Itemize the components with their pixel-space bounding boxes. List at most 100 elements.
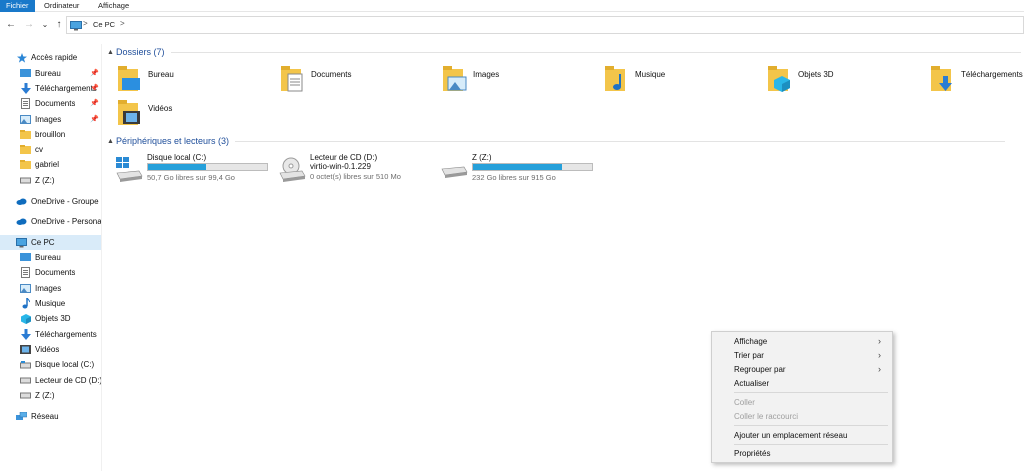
section-header-drives[interactable]: ▲ Périphériques et lecteurs (3) [107,134,1006,148]
cloud-icon [16,216,27,227]
documents-icon [20,267,31,278]
sidebar-item-pc-telechargements[interactable]: Téléchargements [0,327,101,342]
pin-icon[interactable]: 📌 [90,84,99,92]
folder-videos[interactable]: Vidéos [118,100,268,130]
videos-folder-icon [118,100,140,125]
drive-c[interactable]: Disque local (C:) 50,7 Go libres sur 99,… [115,153,285,193]
drive-c-usage-bar [147,163,268,171]
objects3d-folder-icon [768,66,790,92]
sidebar-item-pc-bureau[interactable]: Bureau [0,250,101,265]
documents-folder-icon [281,66,303,92]
folder-musique[interactable]: Musique [605,66,755,96]
sidebar-item-pc-z-drive[interactable]: Z (Z:) [0,388,101,403]
drive-icon [20,359,31,370]
drive-d-cd[interactable]: Lecteur de CD (D:) virtio-win-0.1.229 0 … [278,153,448,193]
chevron-right-icon: › [878,336,881,346]
sidebar-item-pc-objets3d[interactable]: Objets 3D [0,311,101,326]
tab-ordinateur[interactable]: Ordinateur [38,0,85,12]
recent-locations-button[interactable]: ⌄ [39,17,51,33]
menu-item-ajouter-emplacement-reseau[interactable]: Ajouter un emplacement réseau [712,429,892,443]
navigation-bar: ← → ⌄ ↑ > Ce PC > [0,13,1024,37]
pin-icon[interactable]: 📌 [90,69,99,77]
menu-item-coller-raccourci[interactable]: Coller le raccourci [712,410,892,424]
menu-item-coller[interactable]: Coller [712,396,892,410]
back-button[interactable]: ← [5,17,17,33]
menu-item-affichage[interactable]: Affichage › [712,335,892,349]
sidebar-item-disque-local-c[interactable]: Disque local (C:) [0,357,101,372]
sidebar-item-pc-images[interactable]: Images [0,281,101,296]
pc-icon [70,21,82,31]
breadcrumb-ce-pc[interactable]: Ce PC [93,20,115,29]
collapse-chevron-icon[interactable]: ▲ [107,49,116,56]
sidebar-item-brouillon[interactable]: brouillon [0,127,101,142]
collapse-chevron-icon[interactable]: ▲ [107,138,116,145]
tab-fichier[interactable]: Fichier [0,0,35,12]
star-icon [16,52,27,63]
network-icon [16,411,27,422]
menu-item-regrouper-par[interactable]: Regrouper par › [712,363,892,377]
folder-bureau[interactable]: Bureau [118,66,268,96]
menu-item-proprietes[interactable]: Propriétés [712,447,892,461]
folder-objets-3d[interactable]: Objets 3D [768,66,918,96]
section-divider [235,140,1006,142]
desktop-icon [20,68,31,79]
sidebar-item-pc-videos[interactable]: Vidéos [0,342,101,357]
desktop-icon [20,252,31,263]
breadcrumb-separator: > [83,19,88,28]
drive-icon [20,390,31,401]
breadcrumb-separator[interactable]: > [120,19,125,28]
forward-button[interactable]: → [23,17,35,33]
context-menu: Affichage › Trier par › Regrouper par › … [711,331,893,463]
desktop-folder-icon [118,66,140,91]
sidebar-item-onedrive-groupe[interactable]: OneDrive - Groupe IG [0,194,101,209]
sidebar-item-z-drive[interactable]: Z (Z:) [0,173,101,188]
folder-telechargements[interactable]: Téléchargements [931,66,1024,96]
sidebar-item-bureau[interactable]: Bureau 📌 [0,66,101,81]
menu-separator [734,425,888,426]
folder-images[interactable]: Images [443,66,593,96]
cd-drive-icon [279,157,306,182]
sidebar-item-acces-rapide[interactable]: Accès rapide [0,50,101,65]
sidebar-item-pc-musique[interactable]: Musique [0,296,101,311]
sidebar-item-gabriel[interactable]: gabriel [0,157,101,172]
sidebar-item-onedrive-personal[interactable]: OneDrive - Personal [0,214,101,229]
download-icon [20,83,31,94]
music-folder-icon [605,66,625,91]
folder-icon [20,159,31,170]
sidebar-item-ce-pc[interactable]: Ce PC [0,235,101,250]
windows-drive-icon [116,157,143,182]
menu-item-actualiser[interactable]: Actualiser [712,377,892,391]
folder-icon [20,129,31,140]
pin-icon[interactable]: 📌 [90,99,99,107]
sidebar-item-pc-documents[interactable]: Documents [0,265,101,280]
drive-icon [20,375,31,386]
video-icon [20,344,31,355]
address-bar[interactable]: > Ce PC > [66,16,1024,34]
network-drive-icon [441,166,468,178]
sidebar-item-cv[interactable]: cv [0,142,101,157]
tab-affichage[interactable]: Affichage [92,0,135,12]
sidebar-item-lecteur-cd-d[interactable]: Lecteur de CD (D:) v [0,373,101,388]
section-divider [170,51,1021,53]
chevron-right-icon: › [878,350,881,360]
sidebar-item-documents[interactable]: Documents 📌 [0,96,101,111]
up-button[interactable]: ↑ [53,17,65,33]
menu-item-trier-par[interactable]: Trier par › [712,349,892,363]
images-icon [20,114,31,125]
sidebar-item-reseau[interactable]: Réseau [0,409,101,424]
drive-icon [20,175,31,186]
menu-separator [734,444,888,445]
folder-documents[interactable]: Documents [281,66,431,96]
pin-icon[interactable]: 📌 [90,115,99,123]
menu-separator [734,392,888,393]
pc-icon [16,237,27,248]
documents-icon [20,98,31,109]
folder-icon [20,144,31,155]
images-icon [20,283,31,294]
drive-z[interactable]: Z (Z:) 232 Go libres sur 915 Go [440,153,610,193]
download-icon [20,329,31,340]
navigation-pane: Accès rapide Bureau 📌 Téléchargements 📌 … [0,44,102,471]
sidebar-item-telechargements[interactable]: Téléchargements 📌 [0,81,101,96]
sidebar-item-images[interactable]: Images 📌 [0,112,101,127]
section-header-folders[interactable]: ▲ Dossiers (7) [107,45,1021,59]
